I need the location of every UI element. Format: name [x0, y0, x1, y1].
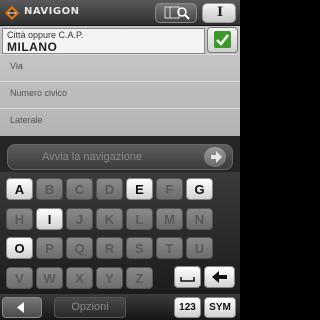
- key-a[interactable]: A: [6, 178, 33, 200]
- key-r: R: [96, 237, 123, 259]
- space-icon: [180, 277, 195, 282]
- key-i[interactable]: I: [36, 208, 63, 230]
- key-f: F: [156, 178, 183, 200]
- symbols-keyboard-button[interactable]: SYM: [204, 297, 236, 318]
- street-field[interactable]: Via: [0, 54, 240, 81]
- numeric-keyboard-button[interactable]: 123: [174, 297, 201, 318]
- city-field[interactable]: Città oppure C.A.P. MILANO: [2, 28, 205, 54]
- house-number-field[interactable]: Numero civico: [0, 81, 240, 108]
- key-c: C: [66, 178, 93, 200]
- start-navigation-label: Avvia la navigazione: [42, 151, 143, 163]
- key-j: J: [66, 208, 93, 230]
- key-d: D: [96, 178, 123, 200]
- cross-street-field[interactable]: Laterale: [0, 108, 240, 135]
- key-t: T: [156, 237, 183, 259]
- back-arrow-icon: [17, 302, 24, 313]
- key-h: H: [6, 208, 33, 230]
- street-placeholder: Via: [10, 61, 23, 71]
- map-search-button[interactable]: [155, 3, 197, 23]
- city-input-value[interactable]: MILANO: [7, 40, 57, 54]
- start-navigation-button[interactable]: Avvia la navigazione: [7, 144, 233, 170]
- key-l: L: [126, 208, 153, 230]
- arrow-right-icon: [204, 147, 226, 167]
- on-screen-keyboard: ABCDEFG HIJKLMN OPQRSTU VWXYZ: [0, 172, 240, 294]
- key-k: K: [96, 208, 123, 230]
- key-x: X: [66, 267, 93, 289]
- key-y: Y: [96, 267, 123, 289]
- key-w: W: [36, 267, 63, 289]
- checkmark-icon: [214, 31, 231, 48]
- key-b: B: [36, 178, 63, 200]
- info-label: I: [217, 5, 224, 20]
- key-v: V: [6, 267, 33, 289]
- navigon-logo-icon: [5, 6, 19, 20]
- key-e[interactable]: E: [126, 178, 153, 200]
- key-o[interactable]: O: [6, 237, 33, 259]
- space-key[interactable]: [174, 266, 201, 288]
- info-button[interactable]: I: [202, 3, 236, 23]
- key-m: M: [156, 208, 183, 230]
- address-form: Città oppure C.A.P. MILANO Via Numero ci…: [0, 26, 240, 136]
- city-label: Città oppure C.A.P.: [7, 30, 84, 40]
- cross-street-placeholder: Laterale: [10, 115, 43, 125]
- back-button[interactable]: [2, 297, 42, 318]
- key-p: P: [36, 237, 63, 259]
- options-button[interactable]: Opzioni: [54, 297, 126, 318]
- backspace-key[interactable]: [204, 266, 235, 288]
- bottom-bar: Opzioni 123 SYM: [0, 294, 240, 320]
- start-navigation-area: Avvia la navigazione: [0, 136, 240, 172]
- key-s: S: [126, 237, 153, 259]
- key-q: Q: [66, 237, 93, 259]
- backspace-arrow-icon: [212, 271, 227, 283]
- app-title: NAVIGON: [24, 6, 80, 17]
- title-bar: NAVIGON I: [0, 0, 240, 26]
- house-number-placeholder: Numero civico: [10, 88, 68, 98]
- map-search-icon: [164, 6, 190, 20]
- key-n: N: [186, 208, 213, 230]
- key-z: Z: [126, 267, 153, 289]
- confirm-button[interactable]: [207, 27, 238, 53]
- key-u: U: [186, 237, 213, 259]
- key-g[interactable]: G: [186, 178, 213, 200]
